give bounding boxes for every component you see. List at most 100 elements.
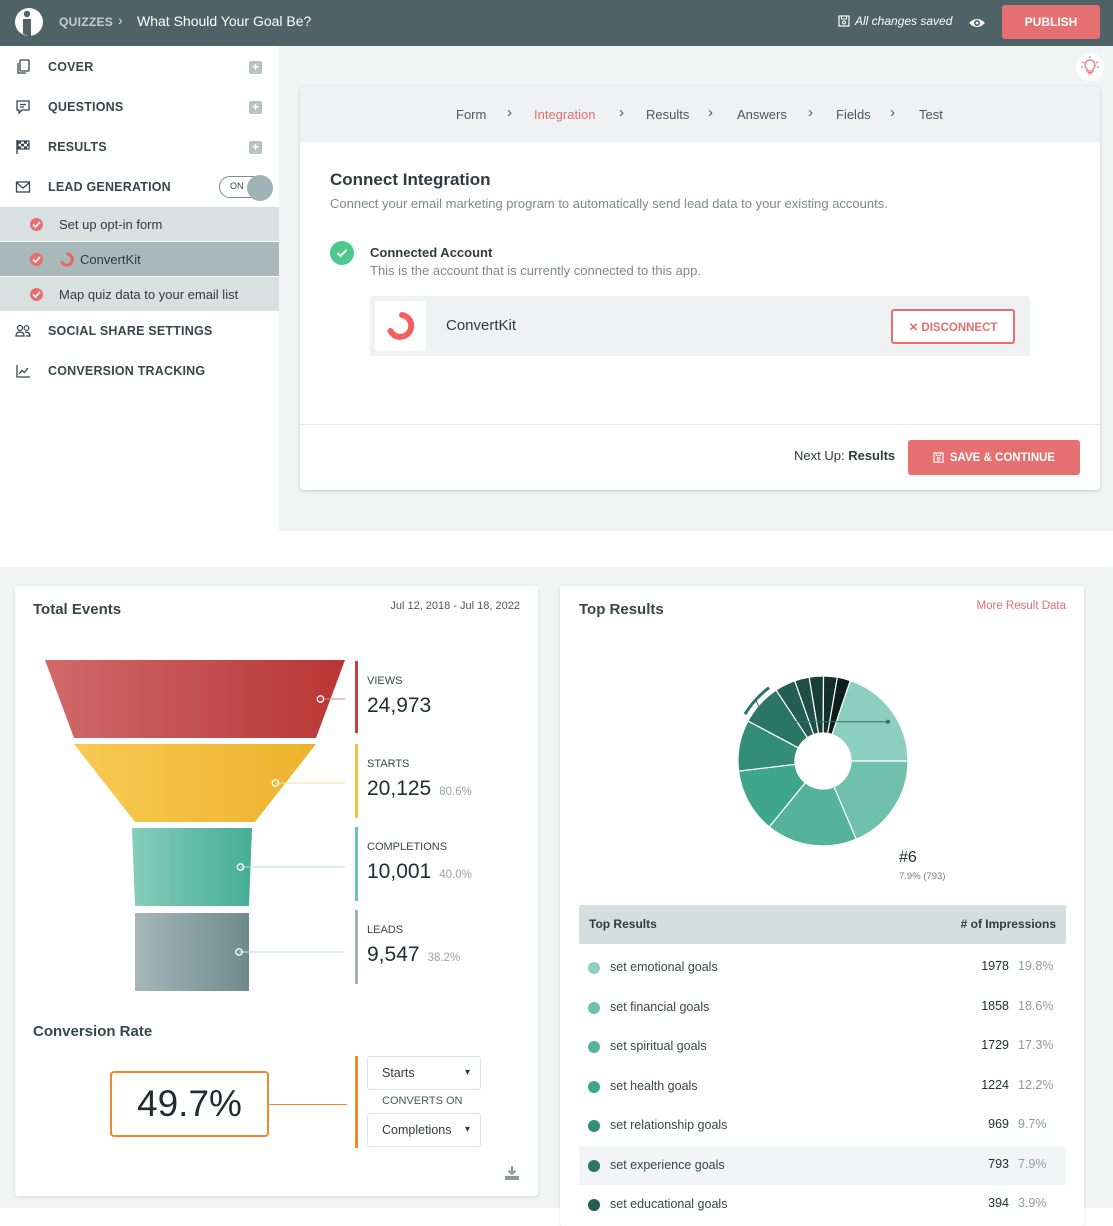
download-icon[interactable]	[504, 1165, 520, 1181]
legend-dot	[588, 1041, 600, 1053]
stat-completions: COMPLETIONS 10,001 40.0%	[355, 827, 525, 901]
next-up-prefix: Next Up:	[794, 448, 845, 463]
table-row[interactable]: set relationship goals 969 9.7%	[579, 1106, 1066, 1145]
stat-value: 9,547 38.2%	[367, 943, 460, 967]
stat-bar	[355, 910, 358, 984]
sidebar-item-label: LEAD GENERATION	[48, 180, 171, 194]
table-row[interactable]: set experience goals 793 7.9%	[579, 1145, 1066, 1185]
app-logo-icon[interactable]	[14, 6, 44, 38]
divider	[300, 424, 1100, 425]
stat-label: LEADS	[367, 924, 404, 936]
stat-percent: 40.0%	[439, 869, 472, 881]
top-results-panel: Top Results More Result Data #6 7.9% (79…	[560, 586, 1084, 1226]
account-name: ConvertKit	[446, 317, 517, 334]
save-continue-label: SAVE & CONTINUE	[949, 451, 1056, 464]
step-answers[interactable]: Answers	[737, 107, 787, 122]
table-row[interactable]: set health goals 1224 12.2%	[579, 1067, 1066, 1106]
quiz-title: What Should Your Goal Be?	[137, 13, 312, 29]
step-test[interactable]: Test	[919, 107, 943, 122]
step-form[interactable]: Form	[456, 107, 486, 122]
funnel-segment-completions[interactable]	[132, 828, 252, 906]
subitem-opt-in-form[interactable]: Set up opt-in form	[0, 207, 279, 241]
to-event-select[interactable]: Completions ▾	[367, 1113, 481, 1147]
sidebar-item-conversion-tracking[interactable]: CONVERSION TRACKING	[0, 351, 279, 391]
table-row[interactable]: set emotional goals 1978 19.8%	[579, 948, 1066, 987]
result-name: set educational goals	[610, 1197, 728, 1211]
accent-bar	[355, 1056, 358, 1148]
stat-number: 24,973	[367, 694, 432, 717]
result-name: set spiritual goals	[610, 1039, 707, 1053]
stat-value: 24,973	[367, 694, 431, 718]
check-icon	[30, 287, 43, 301]
lead-generation-toggle[interactable]: ON	[219, 175, 273, 201]
save-status-text: All changes saved	[855, 14, 953, 28]
section-description: Connect your email marketing program to …	[330, 196, 888, 211]
add-cover-button[interactable]: +	[249, 60, 262, 74]
stat-percent: 38.2%	[427, 952, 461, 964]
legend-dot	[588, 1159, 600, 1172]
disconnect-button[interactable]: ✕ DISCONNECT	[891, 309, 1015, 344]
funnel-segment-views[interactable]	[45, 660, 345, 738]
sidebar-item-social-share[interactable]: SOCIAL SHARE SETTINGS	[0, 311, 279, 351]
impressions-percent: 9.7%	[1018, 1117, 1047, 1131]
table-row[interactable]: set financial goals 1858 18.6%	[579, 988, 1066, 1027]
envelope-icon	[15, 181, 31, 193]
integration-card: Form › Integration › Results › Answers ›…	[300, 86, 1100, 490]
step-results[interactable]: Results	[646, 107, 689, 122]
save-continue-button[interactable]: SAVE & CONTINUE	[908, 440, 1080, 475]
subitem-map-quiz-data[interactable]: Map quiz data to your email list	[0, 277, 279, 311]
preview-eye-icon[interactable]	[968, 14, 986, 32]
legend-dot	[588, 1199, 600, 1211]
sidebar: COVER + QUESTIONS + RESULTS + LEAD GENER…	[0, 46, 279, 531]
stat-label: VIEWS	[367, 675, 403, 687]
table-row[interactable]: set educational goals 394 3.9%	[579, 1185, 1066, 1224]
add-question-button[interactable]: +	[249, 100, 262, 114]
legend-dot	[588, 1080, 600, 1093]
publish-button[interactable]: PUBLISH	[1002, 5, 1100, 39]
next-up-target: Results	[848, 448, 896, 463]
sidebar-item-questions[interactable]: QUESTIONS +	[0, 87, 279, 127]
conversion-rate-title: Conversion Rate	[33, 1023, 153, 1040]
subitem-convertkit[interactable]: ConvertKit	[0, 242, 279, 276]
callout-dot	[886, 719, 890, 724]
connected-account-row: ConvertKit ✕ DISCONNECT	[370, 296, 1030, 356]
lightbulb-tips-icon[interactable]	[1076, 53, 1104, 81]
table-row[interactable]: set spiritual goals 1729 17.3%	[579, 1027, 1066, 1066]
stat-bar	[355, 744, 358, 818]
result-name: set financial goals	[610, 999, 710, 1014]
selected-value: Completions	[382, 1123, 452, 1137]
impressions-percent: 18.6%	[1018, 998, 1054, 1013]
add-result-button[interactable]: +	[249, 140, 262, 154]
check-icon	[30, 217, 43, 231]
impressions-count: 793	[988, 1156, 1009, 1171]
result-name: set health goals	[610, 1078, 698, 1093]
toggle-knob	[247, 175, 273, 201]
selected-value: Starts	[382, 1066, 415, 1080]
sidebar-item-label: SOCIAL SHARE SETTINGS	[48, 324, 213, 338]
stat-label: STARTS	[367, 758, 410, 770]
top-results-donut-chart	[737, 675, 909, 847]
breadcrumb-quizzes[interactable]: QUIZZES	[59, 15, 113, 29]
sidebar-item-lead-generation[interactable]: LEAD GENERATION ON	[0, 167, 279, 207]
sidebar-item-cover[interactable]: COVER +	[0, 47, 279, 87]
step-chevron-icon: ›	[619, 104, 624, 121]
step-fields[interactable]: Fields	[836, 107, 871, 122]
column-header-result: Top Results	[589, 917, 657, 931]
sidebar-item-results[interactable]: RESULTS +	[0, 127, 279, 167]
next-up: Next Up: Results	[794, 448, 895, 463]
impressions-percent: 19.8%	[1018, 959, 1054, 973]
step-integration[interactable]: Integration	[534, 107, 595, 122]
convertkit-logo-icon	[387, 312, 415, 340]
from-event-select[interactable]: Starts ▾	[367, 1056, 481, 1090]
sidebar-item-label: COVER	[48, 60, 94, 74]
sidebar-item-label: CONVERSION TRACKING	[48, 364, 206, 378]
stat-bar	[355, 827, 358, 901]
stat-number: 9,547	[367, 943, 420, 966]
column-header-impressions: # of Impressions	[960, 917, 1056, 931]
funnel-segment-leads[interactable]	[135, 913, 249, 991]
subitem-label: ConvertKit	[80, 251, 141, 267]
subitem-label: Map quiz data to your email list	[59, 286, 239, 302]
connected-check-icon	[330, 241, 354, 265]
speech-bubble-icon	[16, 100, 30, 115]
stat-number: 10,001	[367, 860, 432, 883]
